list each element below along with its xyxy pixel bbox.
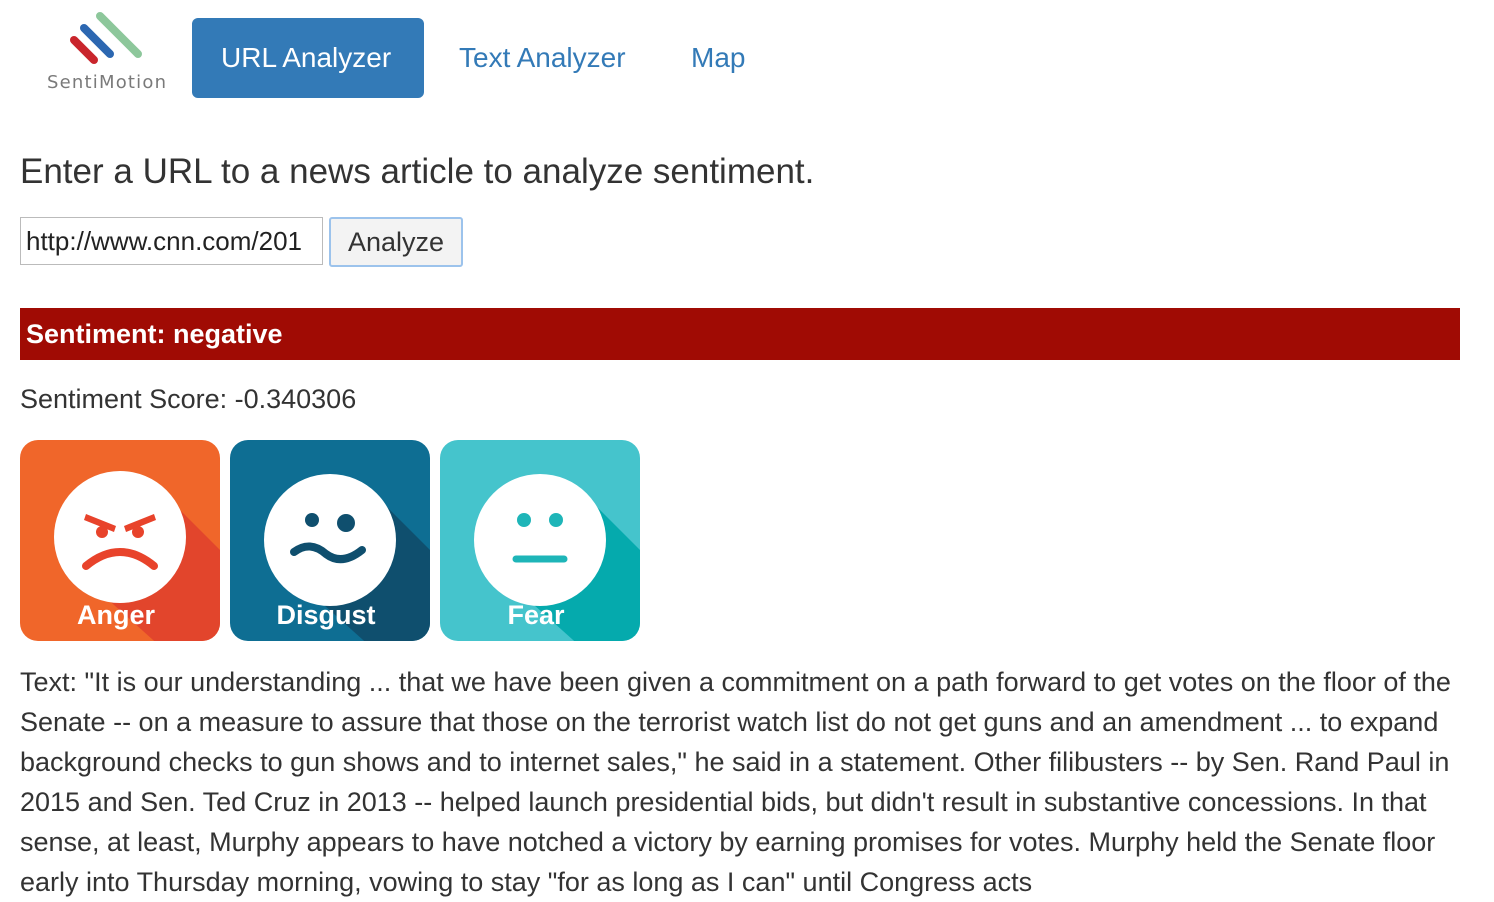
emotion-label-disgust: Disgust	[276, 600, 376, 630]
tab-url-analyzer[interactable]: URL Analyzer	[192, 18, 424, 98]
analyze-button[interactable]: Analyze	[329, 217, 463, 267]
top-navbar: SentiMotion URL Analyzer Text Analyzer M…	[0, 0, 1494, 110]
tab-map[interactable]: Map	[662, 18, 774, 98]
sentiment-banner: Sentiment: negative	[20, 308, 1460, 360]
url-prompt-heading: Enter a URL to a news article to analyze…	[20, 152, 815, 191]
emotion-tile-anger: Anger	[20, 440, 220, 641]
logo-mark-icon	[70, 12, 142, 64]
article-text: Text: "It is our understanding ... that …	[20, 667, 1451, 897]
url-input[interactable]	[20, 217, 323, 265]
sentimotion-logo[interactable]: SentiMotion	[44, 8, 174, 98]
emotion-tile-fear: Fear	[440, 440, 640, 641]
tab-text-analyzer[interactable]: Text Analyzer	[430, 18, 655, 98]
emotion-label-anger: Anger	[76, 600, 155, 630]
sentiment-score: Sentiment Score: -0.340306	[20, 384, 357, 414]
logo-wordmark: SentiMotion	[47, 72, 168, 93]
emotion-label-fear: Fear	[507, 600, 565, 630]
emotion-tile-disgust: Disgust	[230, 440, 430, 641]
